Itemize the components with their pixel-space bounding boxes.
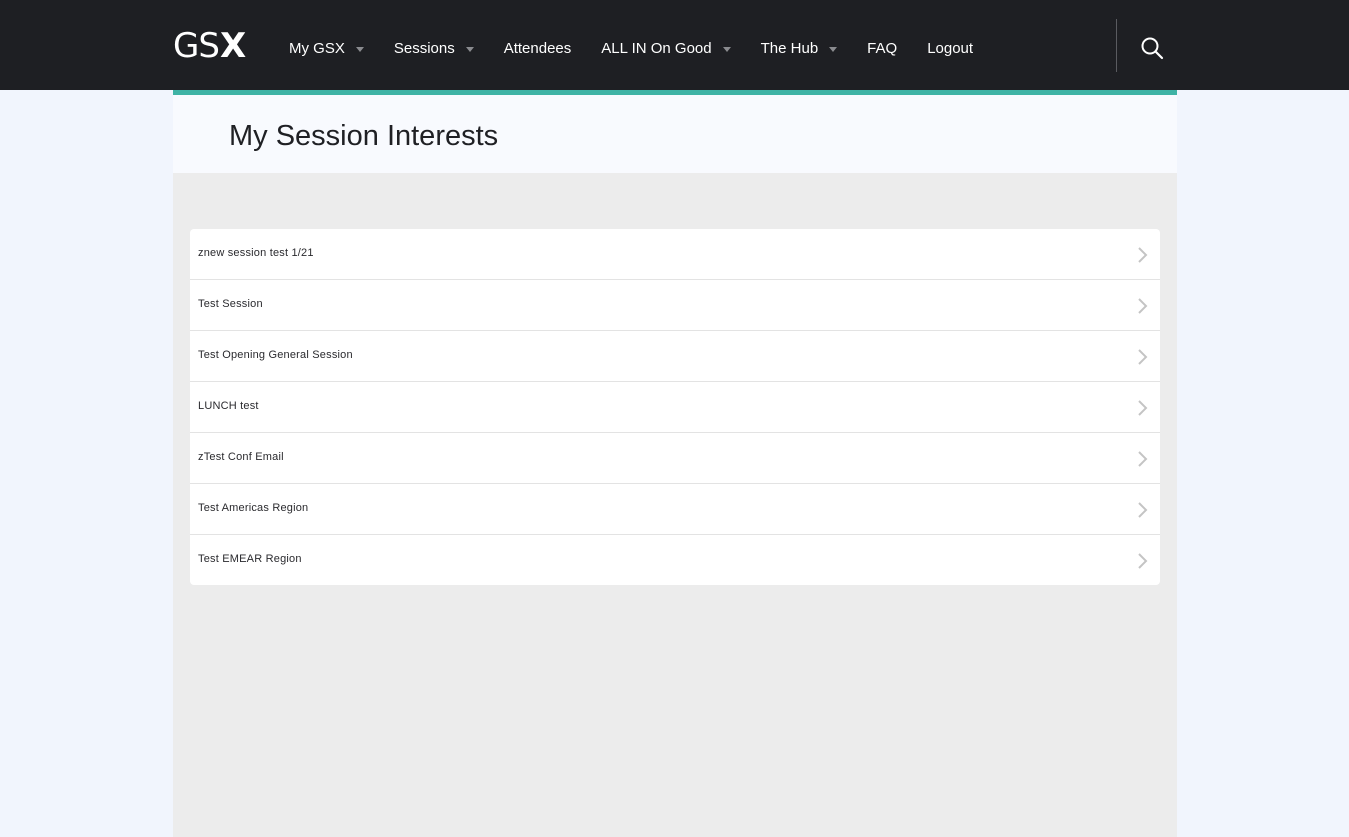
nav-all-in-on-good-label: ALL IN On Good xyxy=(601,40,712,57)
chevron-right-icon xyxy=(1138,298,1148,314)
caret-down-icon xyxy=(465,46,474,52)
session-list-item[interactable]: LUNCH test xyxy=(190,382,1160,433)
main-nav: My GSX Sessions Attendees ALL IN On Good… xyxy=(289,0,1003,97)
page-title: My Session Interests xyxy=(229,120,499,152)
chevron-right-icon xyxy=(1138,247,1148,263)
chevron-right-icon xyxy=(1138,553,1148,569)
caret-down-icon xyxy=(829,46,838,52)
nav-sessions-label: Sessions xyxy=(393,40,455,57)
chevron-right-icon xyxy=(1138,349,1148,365)
nav-the-hub[interactable]: The Hub xyxy=(761,40,838,57)
logo-text-gs: GS xyxy=(173,26,220,66)
caret-down-icon xyxy=(722,46,731,52)
nav-the-hub-label: The Hub xyxy=(760,40,819,57)
session-title: LUNCH test xyxy=(198,400,259,412)
session-title: Test Americas Region xyxy=(198,502,309,514)
nav-logout[interactable]: Logout xyxy=(927,40,973,57)
title-area: My Session Interests xyxy=(173,95,1177,173)
session-list-item[interactable]: Test Americas Region xyxy=(190,484,1160,535)
session-title: Test Session xyxy=(198,298,263,310)
chevron-right-icon xyxy=(1138,451,1148,467)
chevron-right-icon xyxy=(1138,400,1148,416)
main-content: My Session Interests znew session test 1… xyxy=(173,90,1177,837)
caret-down-icon xyxy=(355,46,364,52)
logo-text-x: X xyxy=(219,26,246,66)
nav-sessions[interactable]: Sessions xyxy=(394,40,474,57)
session-title: Test Opening General Session xyxy=(198,349,353,361)
nav-faq[interactable]: FAQ xyxy=(867,40,897,57)
session-title: znew session test 1/21 xyxy=(198,247,314,259)
nav-logout-label: Logout xyxy=(927,40,974,57)
session-title: zTest Conf Email xyxy=(198,451,284,463)
session-title: Test EMEAR Region xyxy=(198,553,302,565)
top-navigation-bar: GS X My GSX Sessions Attendees ALL IN On … xyxy=(0,0,1349,90)
session-interests-list: znew session test 1/21 Test Session Test… xyxy=(190,229,1160,585)
session-list-item[interactable]: znew session test 1/21 xyxy=(190,229,1160,280)
gsx-logo[interactable]: GS X xyxy=(173,26,246,66)
session-list-item[interactable]: Test Opening General Session xyxy=(190,331,1160,382)
session-list-item[interactable]: Test Session xyxy=(190,280,1160,331)
session-list-item[interactable]: Test EMEAR Region xyxy=(190,535,1160,585)
nav-all-in-on-good[interactable]: ALL IN On Good xyxy=(601,40,731,57)
chevron-right-icon xyxy=(1138,502,1148,518)
nav-faq-label: FAQ xyxy=(867,40,898,57)
session-list-item[interactable]: zTest Conf Email xyxy=(190,433,1160,484)
search-icon xyxy=(1141,37,1164,60)
search-button[interactable] xyxy=(1140,36,1164,60)
nav-my-gsx[interactable]: My GSX xyxy=(289,40,364,57)
nav-my-gsx-label: My GSX xyxy=(289,40,345,57)
nav-attendees-label: Attendees xyxy=(503,40,572,57)
nav-divider xyxy=(1116,19,1117,72)
nav-attendees[interactable]: Attendees xyxy=(504,40,572,57)
